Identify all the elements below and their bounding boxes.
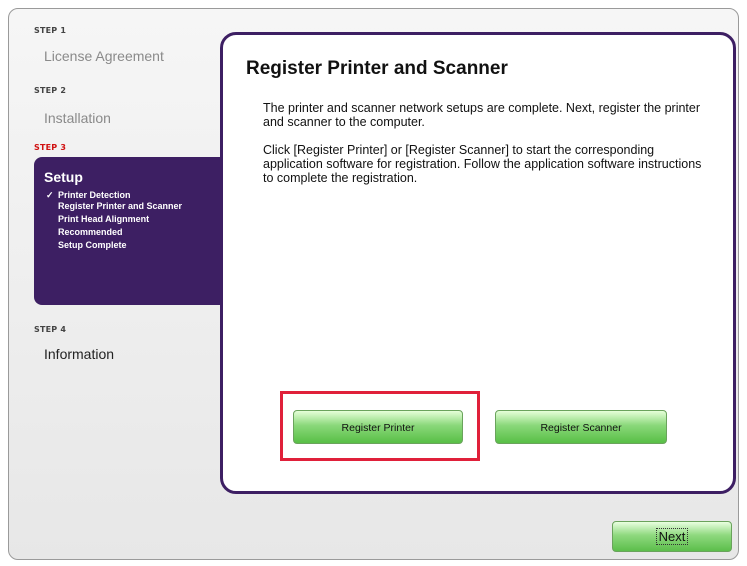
setup-substeps: ✓ Printer Detection Register Printer and… xyxy=(46,190,216,251)
substep-print-head-alignment: Print Head Alignment xyxy=(58,214,150,224)
next-button[interactable]: Next xyxy=(612,521,732,552)
step-2-title: Installation xyxy=(44,110,111,126)
instructions-text: Click [Register Printer] or [Register Sc… xyxy=(263,143,702,185)
page-title: Register Printer and Scanner xyxy=(246,58,508,79)
step-3-label: STEP 3 xyxy=(34,143,67,152)
step-4-title: Information xyxy=(44,346,115,362)
register-printer-button[interactable]: Register Printer xyxy=(293,410,463,444)
setup-complete-text: The printer and scanner network setups a… xyxy=(263,101,701,129)
next-button-label: Next xyxy=(655,528,689,545)
substep-setup-complete: Setup Complete xyxy=(58,240,127,250)
step-2-label: STEP 2 xyxy=(34,86,67,95)
step-4-label: STEP 4 xyxy=(34,325,67,334)
check-icon: ✓ xyxy=(46,190,54,200)
step-3-title: Setup xyxy=(44,169,83,185)
substep-printer-detection: ✓ Printer Detection xyxy=(46,190,131,200)
step-1-label: STEP 1 xyxy=(34,26,67,35)
step-1-title: License Agreement xyxy=(44,48,164,64)
substep-recommended: Recommended xyxy=(58,227,123,237)
substep-register-printer-scanner: Register Printer and Scanner xyxy=(58,201,183,211)
setup-step-panel: Setup ✓ Printer Detection Register Print… xyxy=(34,157,222,305)
register-scanner-button[interactable]: Register Scanner xyxy=(495,410,667,444)
